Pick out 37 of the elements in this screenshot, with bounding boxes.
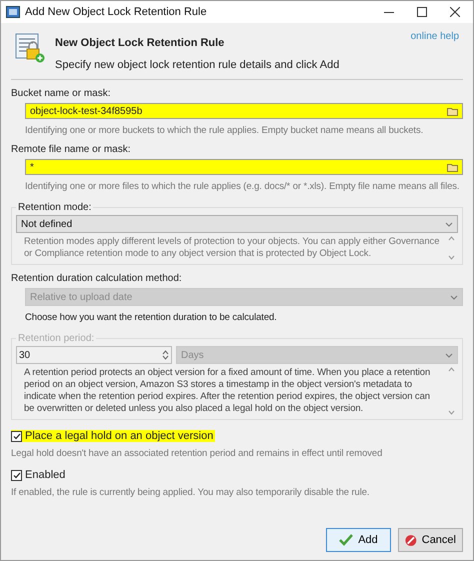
checkbox[interactable]: Place a legal hold on an object version bbox=[11, 430, 216, 442]
field-label: Remote file name or mask: bbox=[11, 144, 132, 155]
checkmark-icon bbox=[12, 432, 20, 440]
bucket-field[interactable]: object-lock-test-34f8595b bbox=[25, 103, 463, 119]
folder-icon[interactable] bbox=[447, 106, 458, 116]
checkbox-hint: If enabled, the rule is currently being applied. You may also temporarily disable the rule. bbox=[11, 487, 370, 498]
scroll-down-icon[interactable] bbox=[448, 255, 455, 260]
description-text: Retention modes apply different levels of protection to your objects. You can apply either Governance or Compliance retention mode to any object version that is protected by Object Lock. bbox=[24, 236, 440, 260]
group-label: Retention period: bbox=[17, 333, 96, 344]
checkmark-icon bbox=[12, 472, 20, 478]
scroll-up-icon[interactable] bbox=[448, 236, 455, 241]
document-lock-icon bbox=[15, 33, 45, 63]
add-button[interactable]: Add bbox=[326, 528, 391, 552]
file-field[interactable]: * bbox=[25, 159, 463, 175]
window-title: Add New Object Lock Retention Rule bbox=[25, 6, 208, 18]
field-label: Retention duration calculation method: bbox=[11, 273, 183, 284]
field-hint: Identifying one or more buckets to which the rule applies. Empty bucket name means all buckets. bbox=[25, 125, 424, 136]
checkbox[interactable]: Enabled bbox=[11, 469, 68, 481]
field-hint: Choose how you want the retention duration to be calculated. bbox=[25, 312, 278, 323]
close-icon[interactable] bbox=[450, 7, 460, 17]
spin-arrows-icon[interactable] bbox=[162, 350, 169, 360]
group-label: Retention mode: bbox=[17, 202, 92, 213]
dialog-subtitle: Specify new object lock retention rule details and click Add bbox=[55, 59, 340, 71]
retention-mode-dropdown[interactable]: Not defined bbox=[16, 215, 458, 233]
dialog-heading: New Object Lock Retention Rule bbox=[55, 37, 226, 49]
app-icon bbox=[6, 6, 20, 18]
field-hint: Identifying one or more files to which the rule applies (e.g. docs/* or *.xls). Empty file name means all files. bbox=[25, 181, 460, 192]
prohibited-icon bbox=[405, 534, 417, 546]
checkbox-hint: Legal hold doesn't have an associated retention period and remains in effect until removed bbox=[11, 448, 384, 459]
checkmark-icon bbox=[339, 534, 354, 546]
scroll-down-icon[interactable] bbox=[448, 410, 455, 415]
folder-icon[interactable] bbox=[447, 162, 458, 172]
cancel-button[interactable]: Cancel bbox=[398, 528, 463, 552]
field-label: Bucket name or mask: bbox=[11, 88, 112, 99]
description-text: A retention period protects an object version for a fixed amount of time. When you place a retention period on an object version, Amazon S3 stores a timestamp in the object version's metadata to indicate when the retention period expires. After the retention period expires, the object version can be overwritten or deleted unless you also placed a legal hold on the object version. bbox=[24, 367, 432, 415]
maximize-icon[interactable] bbox=[417, 7, 427, 17]
scroll-up-icon[interactable] bbox=[448, 367, 455, 372]
